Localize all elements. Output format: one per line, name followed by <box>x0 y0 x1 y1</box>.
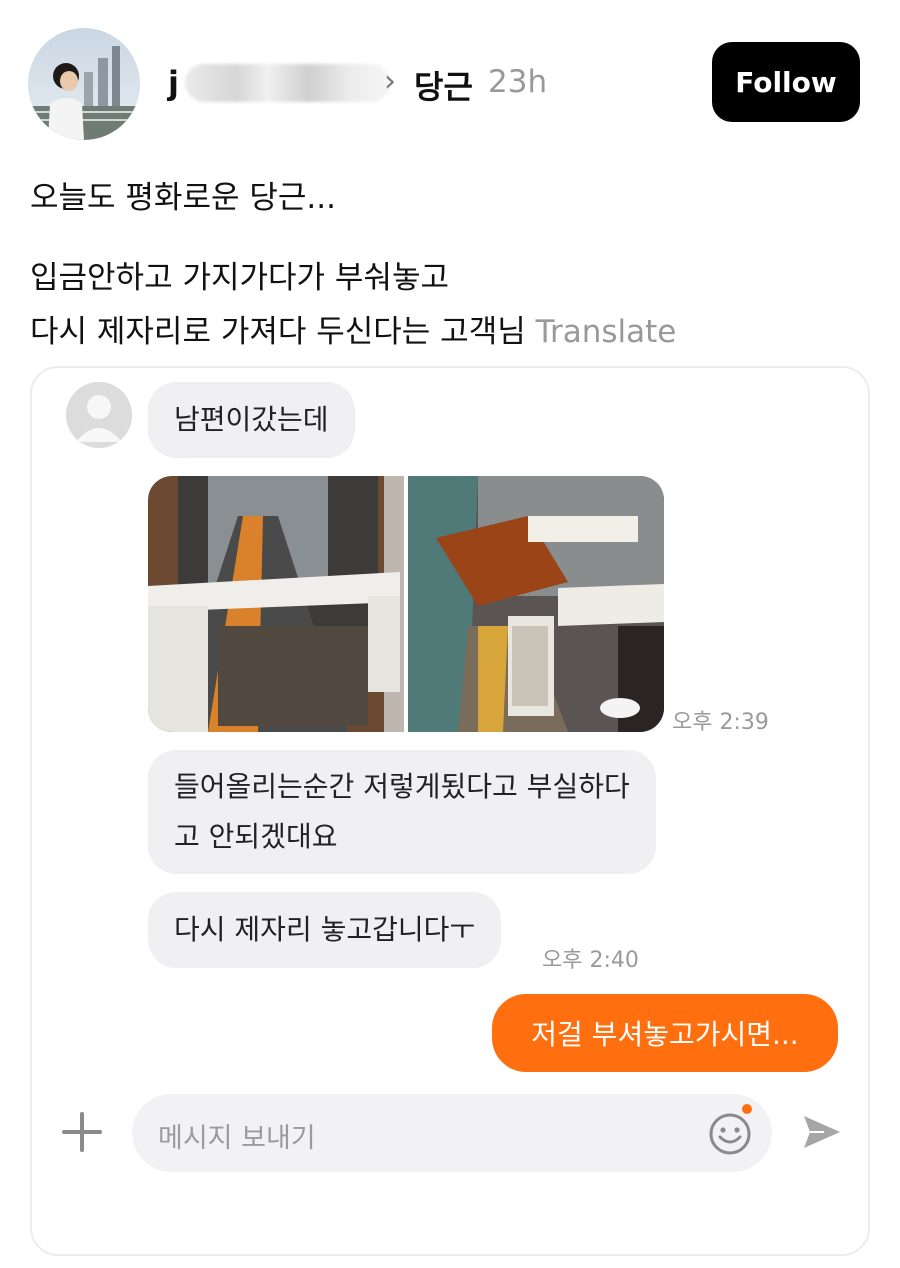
chat-message-1: 남편이갔는데 <box>148 382 355 458</box>
chat-partner-avatar <box>66 382 132 448</box>
chat-message-2-line-1: 들어올리는순간 저렇게됬다고 부실하다 <box>174 770 630 803</box>
chat-message-2-line-2: 고 안되겠대요 <box>174 820 338 853</box>
chat-photo-1[interactable] <box>148 476 404 732</box>
post-header: j › 당근 23h Follow <box>0 0 900 150</box>
author-avatar[interactable] <box>28 28 140 140</box>
topic-name[interactable]: 당근 <box>414 62 473 108</box>
message-3-timestamp: 오후 2:40 <box>542 948 639 973</box>
post-body-line-2-text: 다시 제자리로 가져다 두신다는 고객님 <box>30 314 526 350</box>
send-icon[interactable] <box>800 1110 844 1154</box>
chat-message-2: 들어올리는순간 저렇게됬다고 부실하다 고 안되겠대요 <box>148 750 656 874</box>
username[interactable]: j <box>168 60 391 106</box>
chat-screenshot-card: 남편이갔는데 오후 2:39 들어올리는순간 저렇게됬다고 부실하다 고 안되겠… <box>30 366 870 1256</box>
smiley-icon[interactable] <box>708 1112 752 1156</box>
follow-button[interactable]: Follow <box>712 42 860 122</box>
chat-photo-2[interactable] <box>408 476 664 732</box>
my-chat-message: 저걸 부셔놓고가시면... <box>492 994 838 1072</box>
post-body-line-2: 다시 제자리로 가져다 두신다는 고객님 Translate <box>30 306 676 351</box>
username-initial: j <box>168 64 179 102</box>
username-blur-mask <box>184 64 391 102</box>
chevron-right-icon: › <box>384 64 396 99</box>
chat-message-3: 다시 제자리 놓고갑니다ㅜ <box>148 892 502 968</box>
message-input[interactable]: 메시지 보내기 <box>132 1094 772 1172</box>
plus-icon[interactable] <box>60 1110 104 1154</box>
message-input-placeholder: 메시지 보내기 <box>158 1123 316 1154</box>
translate-link[interactable]: Translate <box>536 314 677 350</box>
chat-photo-pair[interactable] <box>148 476 664 732</box>
emoji-badge-dot <box>742 1104 752 1114</box>
post-title: 오늘도 평화로운 당근... <box>30 180 336 216</box>
post-body-line-1: 입금안하고 가지가다가 부숴놓고 <box>30 260 449 296</box>
photo-timestamp: 오후 2:39 <box>672 710 769 735</box>
post-time: 23h <box>488 64 548 100</box>
